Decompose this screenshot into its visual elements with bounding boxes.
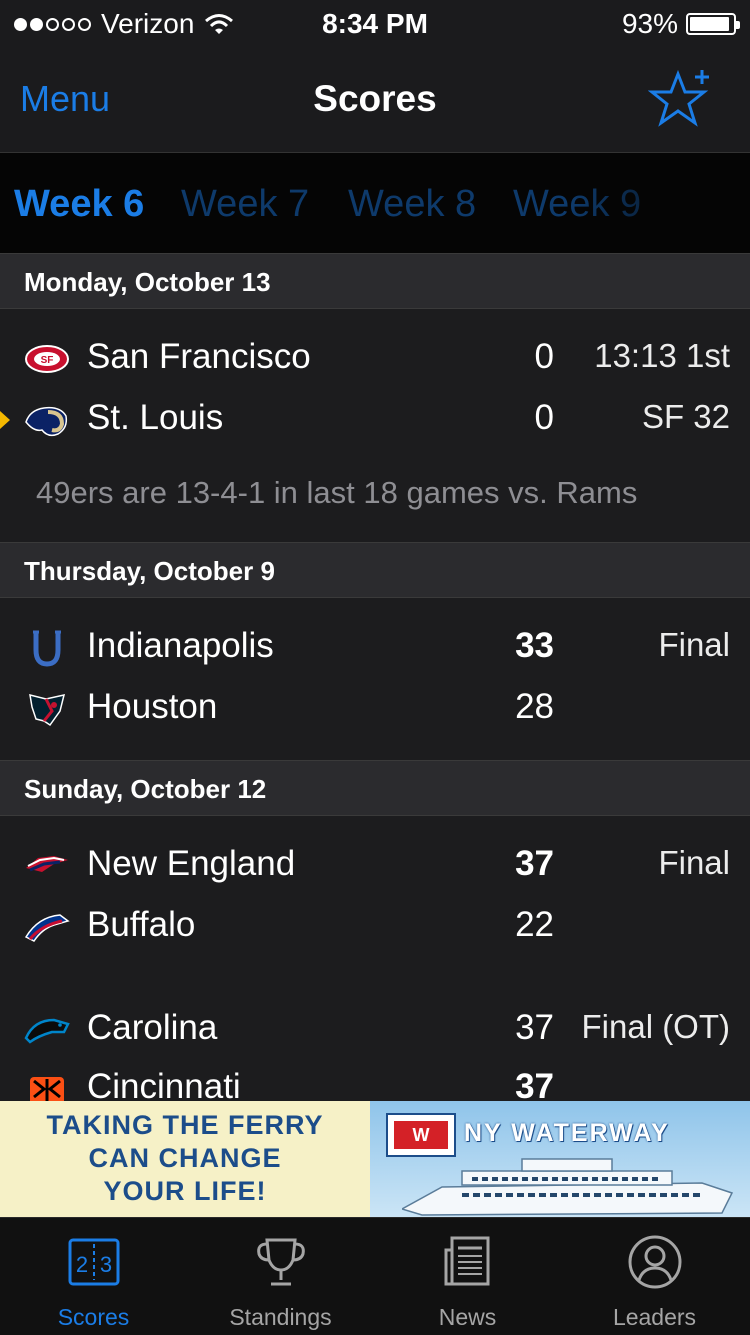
date-header: Thursday, October 9 [0,542,750,598]
team-row: Cincinnati 37 [0,1061,750,1101]
tab-label: Standings [229,1304,332,1330]
scoreboard-icon: 2 3 [68,1238,120,1286]
team-name: Carolina [87,1008,218,1047]
ad-line: YOUR LIFE! [103,1176,267,1206]
game-status: Final [658,626,730,663]
battery-percent: 93% [621,8,678,39]
week-selector: Week 6 Week 7 Week 8 Week 9 [0,153,750,253]
game-clock: 13:13 1st [594,337,730,374]
ad-line: TAKING THE FERRY [46,1110,324,1140]
rams-logo-icon [25,406,68,437]
team-score: 22 [515,905,554,944]
bengals-logo-icon [30,1077,64,1101]
team-row: SF San Francisco 0 13:13 1st [0,331,750,387]
tab-label: News [438,1304,497,1330]
game-card[interactable]: SF San Francisco 0 13:13 1st St. Louis 0… [0,309,750,543]
week-tab-8[interactable]: Week 8 [348,183,476,226]
ny-waterway-logo-icon: W [386,1113,456,1157]
svg-text:SF: SF [41,355,54,366]
tab-bar: 2 3 Scores Standings News Leaders [0,1217,750,1335]
week-tab-7[interactable]: Week 7 [181,183,309,226]
team-row: St. Louis 0 SF 32 [0,392,750,448]
game-card[interactable]: Carolina 37 Final (OT) Cincinnati 37 [0,978,750,1101]
week-tab-6[interactable]: Week 6 [14,183,144,226]
game-status: Final (OT) [581,1008,731,1045]
ad-banner[interactable]: TAKING THE FERRY CAN CHANGE YOUR LIFE! W… [0,1101,750,1217]
tab-scores[interactable]: 2 3 Scores [0,1218,187,1335]
svg-text:3: 3 [100,1252,112,1277]
texans-logo-icon [29,693,66,727]
team-row: New England 37 Final [0,838,750,894]
team-score: 33 [515,626,554,665]
star-plus-icon[interactable] [648,66,714,132]
team-name: Indianapolis [87,626,274,665]
battery-icon [686,13,740,35]
game-card[interactable]: Indianapolis 33 Final Houston 28 [0,598,750,761]
date-header: Sunday, October 12 [0,760,750,816]
newspaper-icon [444,1236,490,1286]
tab-leaders[interactable]: Leaders [561,1218,748,1335]
49ers-logo-icon: SF [25,345,69,373]
ad-image: W NY WATERWAY [370,1101,750,1217]
tab-news[interactable]: News [374,1218,561,1335]
svg-text:2: 2 [76,1252,88,1277]
team-score: 37 [515,1067,554,1101]
tab-label: Scores [57,1304,130,1330]
colts-logo-icon [33,630,61,667]
ad-line: CAN CHANGE [88,1143,282,1173]
status-bar: Verizon 8:34 PM 93% [0,0,750,50]
tab-label: Leaders [612,1304,697,1330]
trophy-icon [257,1238,305,1286]
team-score: 0 [534,337,554,376]
bills-logo-icon [24,914,70,942]
ferry-icon [402,1158,734,1216]
team-name: San Francisco [87,337,311,376]
team-row: Carolina 37 Final (OT) [0,1002,750,1058]
scores-list[interactable]: Monday, October 13 SF San Francisco 0 13… [0,253,750,1101]
tab-standings[interactable]: Standings [187,1218,374,1335]
team-row: Houston 28 [0,681,750,737]
team-score: 37 [515,1008,554,1047]
game-status: Final [658,844,730,881]
team-name: St. Louis [87,398,224,437]
team-score: 0 [534,398,554,437]
ad-tagline: TAKING THE FERRY CAN CHANGE YOUR LIFE! [0,1101,370,1217]
team-row: Buffalo 22 [0,899,750,955]
team-name: New England [87,844,296,883]
team-name: Cincinnati [87,1067,241,1101]
team-name: Buffalo [87,905,196,944]
panthers-logo-icon [24,1018,70,1044]
navigation-bar: Menu Scores [0,50,750,153]
ad-brand: NY WATERWAY [464,1119,670,1147]
ball-position: SF 32 [641,398,730,435]
game-card[interactable]: New England 37 Final Buffalo 22 [0,816,750,979]
team-row: Indianapolis 33 Final [0,620,750,676]
team-score: 28 [515,687,554,726]
battery-status: 93% [621,8,740,40]
person-icon [628,1235,682,1289]
team-score: 37 [515,844,554,883]
patriots-logo-icon [26,856,68,872]
page-title: Scores [313,78,437,119]
game-note: 49ers are 13-4-1 in last 18 games vs. Ra… [36,475,638,510]
date-header: Monday, October 13 [0,253,750,309]
team-name: Houston [87,687,218,726]
